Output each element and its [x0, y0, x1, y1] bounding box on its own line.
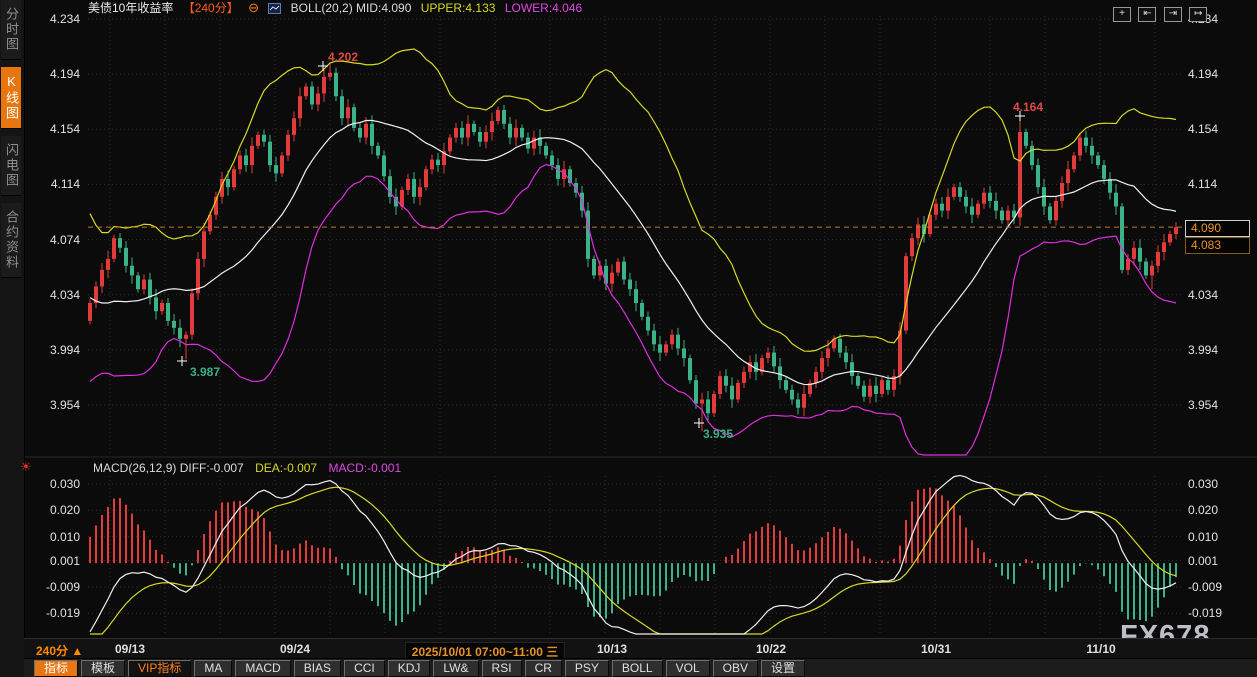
- date-label: 11/10: [1086, 642, 1115, 656]
- date-label: 10/22: [756, 642, 786, 656]
- sidebar-item-timeline-chart[interactable]: 分时图: [1, 0, 21, 60]
- rsi-button[interactable]: RSI: [482, 660, 522, 677]
- compress-right-icon[interactable]: ⇥: [1164, 7, 1182, 22]
- date-label: 10/13: [597, 642, 627, 656]
- sidebar-item-contract-info[interactable]: 合约资料: [1, 203, 21, 278]
- date-label: 09/24: [280, 642, 310, 656]
- psy-button[interactable]: PSY: [565, 660, 609, 677]
- left-sidebar: 分时图 K线图 闪电图 合约资料: [0, 0, 25, 677]
- shift-right-icon[interactable]: ↦: [1189, 7, 1207, 22]
- period-selector[interactable]: 240分 ▲: [36, 642, 83, 659]
- kdj-button[interactable]: KDJ: [388, 660, 431, 677]
- boll-lower-readout: LOWER:4.046: [505, 1, 582, 15]
- macd-hist-readout: MACD:-0.001: [328, 461, 401, 475]
- chart-window: 分时图 K线图 闪电图 合约资料 ☀ 美债10年收益率 【240分】 ⊖ BOL…: [0, 0, 1257, 677]
- instrument-title: 美债10年收益率: [88, 1, 173, 15]
- period-tag[interactable]: 【240分】: [183, 1, 239, 15]
- lwr-button[interactable]: LW&: [433, 660, 478, 677]
- boll-readout: BOLL(20,2) MID:4.090: [291, 1, 412, 15]
- macd-button[interactable]: MACD: [235, 660, 290, 677]
- vol-button[interactable]: VOL: [666, 660, 710, 677]
- extreme-price-annotation: 4.164: [1013, 100, 1043, 114]
- extreme-price-annotation: 3.935: [703, 427, 733, 441]
- date-label: 09/13: [115, 642, 145, 656]
- vip-indicator-button[interactable]: VIP指标: [128, 660, 191, 677]
- extreme-price-annotation: 3.987: [190, 365, 220, 379]
- boll-upper-readout: UPPER:4.133: [421, 1, 496, 15]
- bias-button[interactable]: BIAS: [294, 660, 341, 677]
- settings-button[interactable]: 设置: [761, 660, 805, 677]
- indicator-toolbar: 指标 模板 VIP指标 MA MACD BIAS CCI KDJ LW& RSI…: [24, 658, 1257, 677]
- sidebar-item-flash-chart[interactable]: 闪电图: [1, 136, 21, 196]
- compress-left-icon[interactable]: ⇤: [1138, 7, 1156, 22]
- alarm-sun-icon[interactable]: ☀: [20, 459, 32, 475]
- sidebar-item-kline-chart[interactable]: K线图: [1, 67, 21, 129]
- macd-diff-readout: MACD(26,12,9) DIFF:-0.007: [93, 461, 244, 475]
- template-button[interactable]: 模板: [81, 660, 125, 677]
- mini-kline-icon[interactable]: [268, 3, 281, 14]
- cci-button[interactable]: CCI: [344, 660, 385, 677]
- date-label: 10/31: [921, 642, 951, 656]
- macd-header: MACD(26,12,9) DIFF:-0.007 DEA:-0.007 MAC…: [93, 461, 409, 475]
- crosshair-tool-icon[interactable]: +: [1113, 7, 1131, 22]
- indicator-button[interactable]: 指标: [34, 660, 78, 677]
- link-circle-icon[interactable]: ⊖: [248, 0, 259, 15]
- boll-button[interactable]: BOLL: [612, 660, 663, 677]
- macd-dea-readout: DEA:-0.007: [255, 461, 317, 475]
- x-axis-strip: 240分 ▲ 09/13 09/24 2025/10/01 07:00~11:0…: [24, 638, 1257, 659]
- cr-button[interactable]: CR: [525, 660, 562, 677]
- last-price-tag: 4.083: [1185, 237, 1250, 254]
- chart-tools: + ⇤ ⇥ ↦: [1113, 3, 1210, 22]
- price-chart-svg[interactable]: [0, 0, 1257, 677]
- obv-button[interactable]: OBV: [713, 660, 758, 677]
- extreme-price-annotation: 4.202: [328, 50, 358, 64]
- chart-header: 美债10年收益率 【240分】 ⊖ BOLL(20,2) MID:4.090 U…: [88, 0, 588, 15]
- ma-button[interactable]: MA: [194, 660, 232, 677]
- boll-mid-price-tag: 4.090: [1185, 220, 1250, 237]
